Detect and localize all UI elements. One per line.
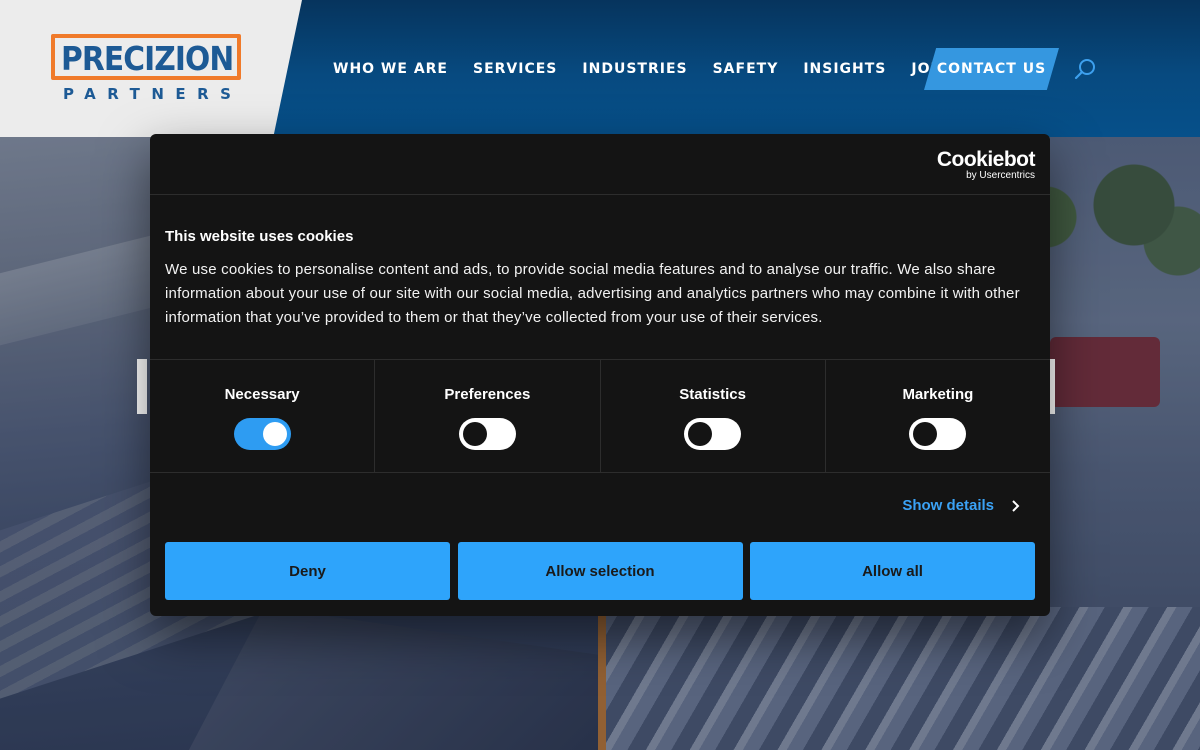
site-header: PRECIZION PARTNERS WHO WE ARE SERVICES I… [0, 0, 1200, 137]
logo-wordmark: PRECIZION [61, 39, 234, 78]
nav-insights[interactable]: INSIGHTS [803, 58, 886, 80]
toggle-label-necessary: Necessary [224, 386, 300, 403]
cookie-dialog-body: This website uses cookies We use cookies… [150, 195, 1050, 360]
cookie-dialog-buttons: Deny Allow selection Allow all [165, 542, 1035, 600]
cookie-dialog-header: Cookiebot by Usercentrics [150, 134, 1050, 195]
allow-all-button[interactable]: Allow all [750, 542, 1035, 600]
logo-subtitle: PARTNERS [63, 85, 243, 103]
toggle-label-marketing: Marketing [902, 386, 974, 403]
toggle-cell-statistics: Statistics [601, 360, 826, 472]
contact-us-button[interactable]: CONTACT US [924, 48, 1059, 90]
deny-button[interactable]: Deny [165, 542, 450, 600]
site-logo[interactable]: PRECIZION PARTNERS [51, 34, 243, 104]
toggle-preferences[interactable] [458, 418, 516, 450]
toggle-knob [262, 422, 287, 446]
cookie-dialog: Cookiebot by Usercentrics This website u… [150, 134, 1050, 616]
toggle-knob [462, 422, 487, 446]
toggle-cell-necessary: Necessary [150, 360, 376, 472]
toggle-cell-marketing: Marketing [826, 360, 1050, 472]
cookiebot-logo: Cookiebot by Usercentrics [936, 148, 1036, 181]
toggle-cell-preferences: Preferences [375, 360, 601, 472]
cookiebot-logo-main: Cookiebot [936, 148, 1036, 171]
toggle-statistics[interactable] [684, 418, 742, 450]
nav-services[interactable]: SERVICES [473, 58, 557, 80]
toggle-necessary[interactable] [233, 418, 291, 450]
nav-industries[interactable]: INDUSTRIES [582, 58, 687, 80]
toggle-label-statistics: Statistics [679, 386, 746, 403]
toggle-label-preferences: Preferences [444, 386, 531, 403]
logo-frame: PRECIZION [51, 34, 241, 80]
toggle-knob [913, 422, 938, 446]
nav-safety[interactable]: SAFETY [713, 58, 779, 80]
chevron-right-icon [1012, 499, 1020, 512]
nav-who-we-are[interactable]: WHO WE ARE [333, 58, 448, 80]
contact-us-label: CONTACT US [936, 61, 1047, 77]
toggle-knob [688, 422, 713, 446]
cookie-dialog-text: We use cookies to personalise content an… [165, 261, 1020, 326]
show-details-label: Show details [902, 497, 994, 514]
allow-selection-button[interactable]: Allow selection [457, 542, 743, 600]
toggle-marketing[interactable] [909, 418, 967, 450]
search-icon[interactable] [1074, 57, 1098, 81]
show-details-link[interactable]: Show details [902, 497, 1022, 514]
cookiebot-logo-sub: by Usercentrics [966, 170, 1035, 181]
cookie-dialog-title: This website uses cookies [165, 228, 354, 245]
cookie-consent-toggles: Necessary Preferences Statistics Marketi… [150, 359, 1050, 473]
